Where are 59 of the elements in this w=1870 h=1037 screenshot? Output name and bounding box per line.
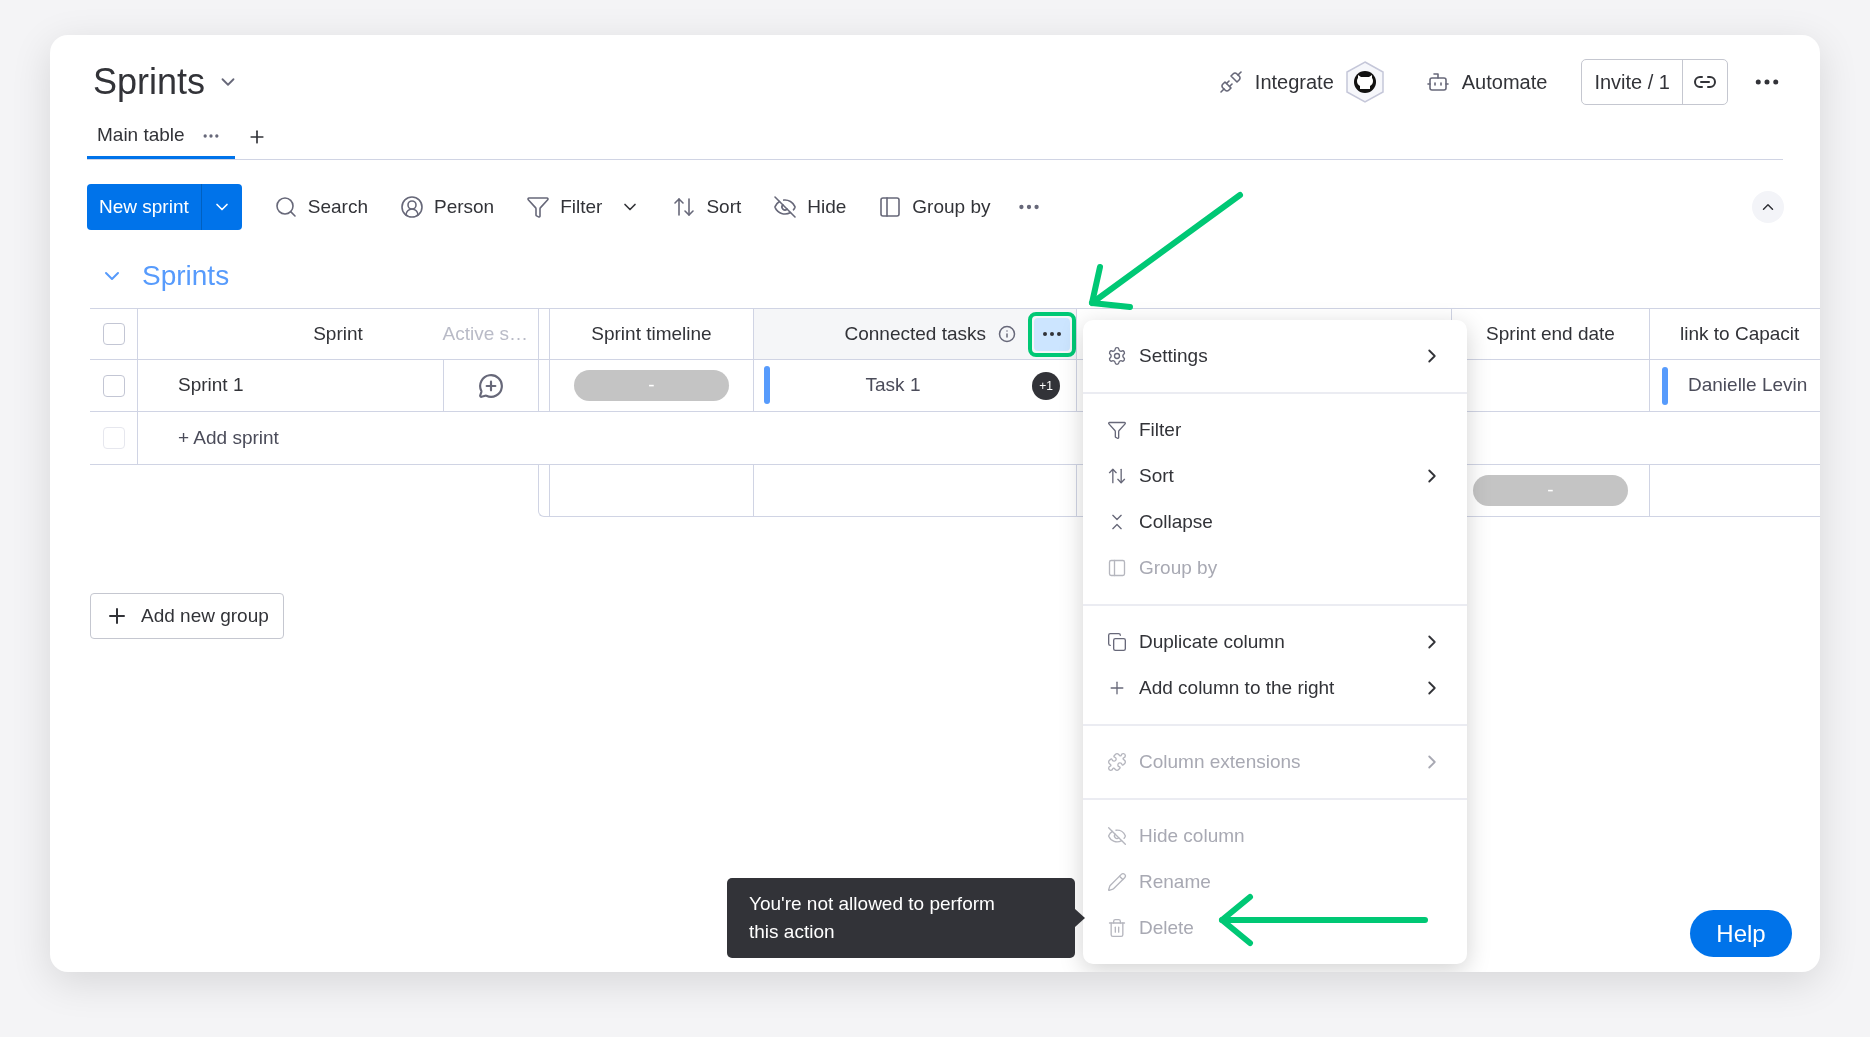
table-cell-text: Sprint 1: [178, 373, 244, 398]
item-color-bar: [1662, 366, 1668, 405]
hexagon-logo-icon: [1345, 61, 1384, 103]
group-title: Sprints: [142, 259, 230, 293]
help-button[interactable]: Help: [1690, 910, 1792, 957]
panel-icon: [1107, 558, 1127, 578]
new-sprint-button[interactable]: New sprint: [87, 184, 242, 230]
toolbar-button[interactable]: Hide: [767, 185, 853, 229]
info-icon[interactable]: [998, 325, 1016, 343]
connected-item[interactable]: Task 1: [754, 371, 1032, 400]
checkbox[interactable]: [102, 374, 125, 397]
invite-button[interactable]: Invite / 1: [1582, 60, 1683, 104]
settings-icon: [1107, 346, 1127, 366]
add-group-button[interactable]: Add new group: [90, 593, 284, 639]
board-title: Sprints: [93, 60, 206, 104]
column-header: Active s…: [442, 321, 528, 346]
puzzle-icon: [1107, 752, 1127, 772]
robot-icon: [1425, 70, 1450, 94]
tooltip-pointer: [1075, 909, 1085, 927]
toolbar-button[interactable]: Filter: [520, 185, 647, 229]
tooltip: You're not allowed to perform this action: [727, 878, 1075, 958]
more-icon: [1043, 332, 1061, 336]
copy-icon: [1107, 632, 1127, 652]
toolbar-button[interactable]: Search: [267, 185, 374, 229]
add-row-button[interactable]: + Add sprint: [178, 423, 279, 453]
eye-off-icon: [773, 195, 798, 219]
person-cell[interactable]: Danielle Levin: [1688, 371, 1808, 400]
toolbar-button[interactable]: Sort: [666, 185, 748, 229]
menu-item[interactable]: Collapse: [1083, 499, 1467, 545]
sort-arrows-icon: [1107, 466, 1127, 486]
menu-item[interactable]: Sort: [1083, 453, 1467, 499]
toolbar-button[interactable]: Group by: [872, 185, 997, 229]
column-header-cell: Connected tasks: [754, 309, 1077, 359]
panel-icon: [878, 195, 903, 219]
filter-icon: [1107, 420, 1127, 440]
add-update-icon[interactable]: [478, 372, 504, 399]
menu-item[interactable]: Add column to the right: [1083, 665, 1467, 711]
item-color-bar: [764, 366, 770, 404]
column-menu-button[interactable]: [1034, 317, 1070, 351]
trash-icon: [1107, 918, 1127, 938]
count-badge: +1: [1032, 371, 1060, 400]
person-icon: [399, 195, 424, 219]
integrate-button[interactable]: Integrate: [1210, 60, 1392, 104]
eye-off-icon: [1107, 826, 1127, 846]
search-icon: [273, 195, 298, 219]
automate-button[interactable]: Automate: [1417, 60, 1556, 104]
pencil-icon: [1107, 872, 1127, 892]
toolbar-button[interactable]: Person: [393, 185, 501, 229]
plug-icon: [1218, 70, 1243, 94]
checkbox[interactable]: [102, 427, 125, 449]
column-header: link to Capacit: [1680, 321, 1800, 346]
checkbox[interactable]: [102, 323, 125, 345]
column-header: Sprint: [313, 321, 363, 346]
menu-item[interactable]: Filter: [1083, 407, 1467, 453]
view-tab[interactable]: Main table: [87, 115, 235, 159]
menu-item[interactable]: Duplicate column: [1083, 619, 1467, 665]
filter-icon: [526, 195, 551, 219]
sort-arrows-icon: [672, 195, 697, 219]
summary-pill: -: [1473, 475, 1628, 506]
